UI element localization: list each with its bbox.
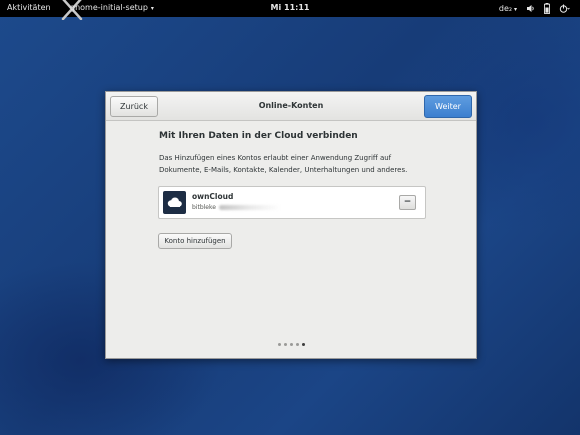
cloud-icon [167, 197, 182, 207]
add-account-button[interactable]: Konto hinzufügen [158, 233, 232, 249]
top-bar: Aktivitäten gnome-initial-setup ▾ Mi 11:1… [0, 0, 580, 20]
dialog-header: Zurück Online-Konten Weiter [106, 92, 476, 121]
battery-icon[interactable] [544, 3, 550, 14]
page-dot [277, 343, 281, 346]
account-user: bitbleke [192, 204, 216, 211]
redacted-user-blur [219, 205, 281, 210]
account-list: ownCloud bitbleke − [158, 186, 426, 219]
next-button[interactable]: Weiter [424, 95, 472, 118]
account-name: ownCloud [192, 192, 234, 201]
remove-account-button[interactable]: − [399, 195, 416, 210]
keyboard-layout-label: de₂ [498, 4, 513, 13]
keyboard-layout-indicator[interactable]: de₂ ▾ [499, 4, 517, 13]
page-dot [283, 343, 287, 346]
power-icon[interactable] [559, 4, 570, 13]
clock-label: Mi 11:11 [270, 3, 310, 12]
status-area[interactable]: de₂ ▾ [499, 2, 570, 15]
clock[interactable]: Mi 11:11 [0, 3, 580, 12]
page-dot-current [301, 343, 305, 346]
page-heading: Mit Ihren Daten in der Cloud verbinden [159, 131, 358, 141]
page-dot [289, 343, 293, 346]
page-indicator [106, 343, 476, 346]
volume-icon[interactable] [526, 4, 535, 13]
dialog-title: Online-Konten [258, 101, 324, 110]
chevron-down-icon: ▾ [512, 6, 517, 13]
page-description: Das Hinzufügen eines Kontos erlaubt eine… [159, 154, 408, 174]
setup-dialog: Zurück Online-Konten Weiter Mit Ihren Da… [105, 91, 477, 359]
owncloud-icon [163, 191, 186, 214]
page-dot [295, 343, 299, 346]
